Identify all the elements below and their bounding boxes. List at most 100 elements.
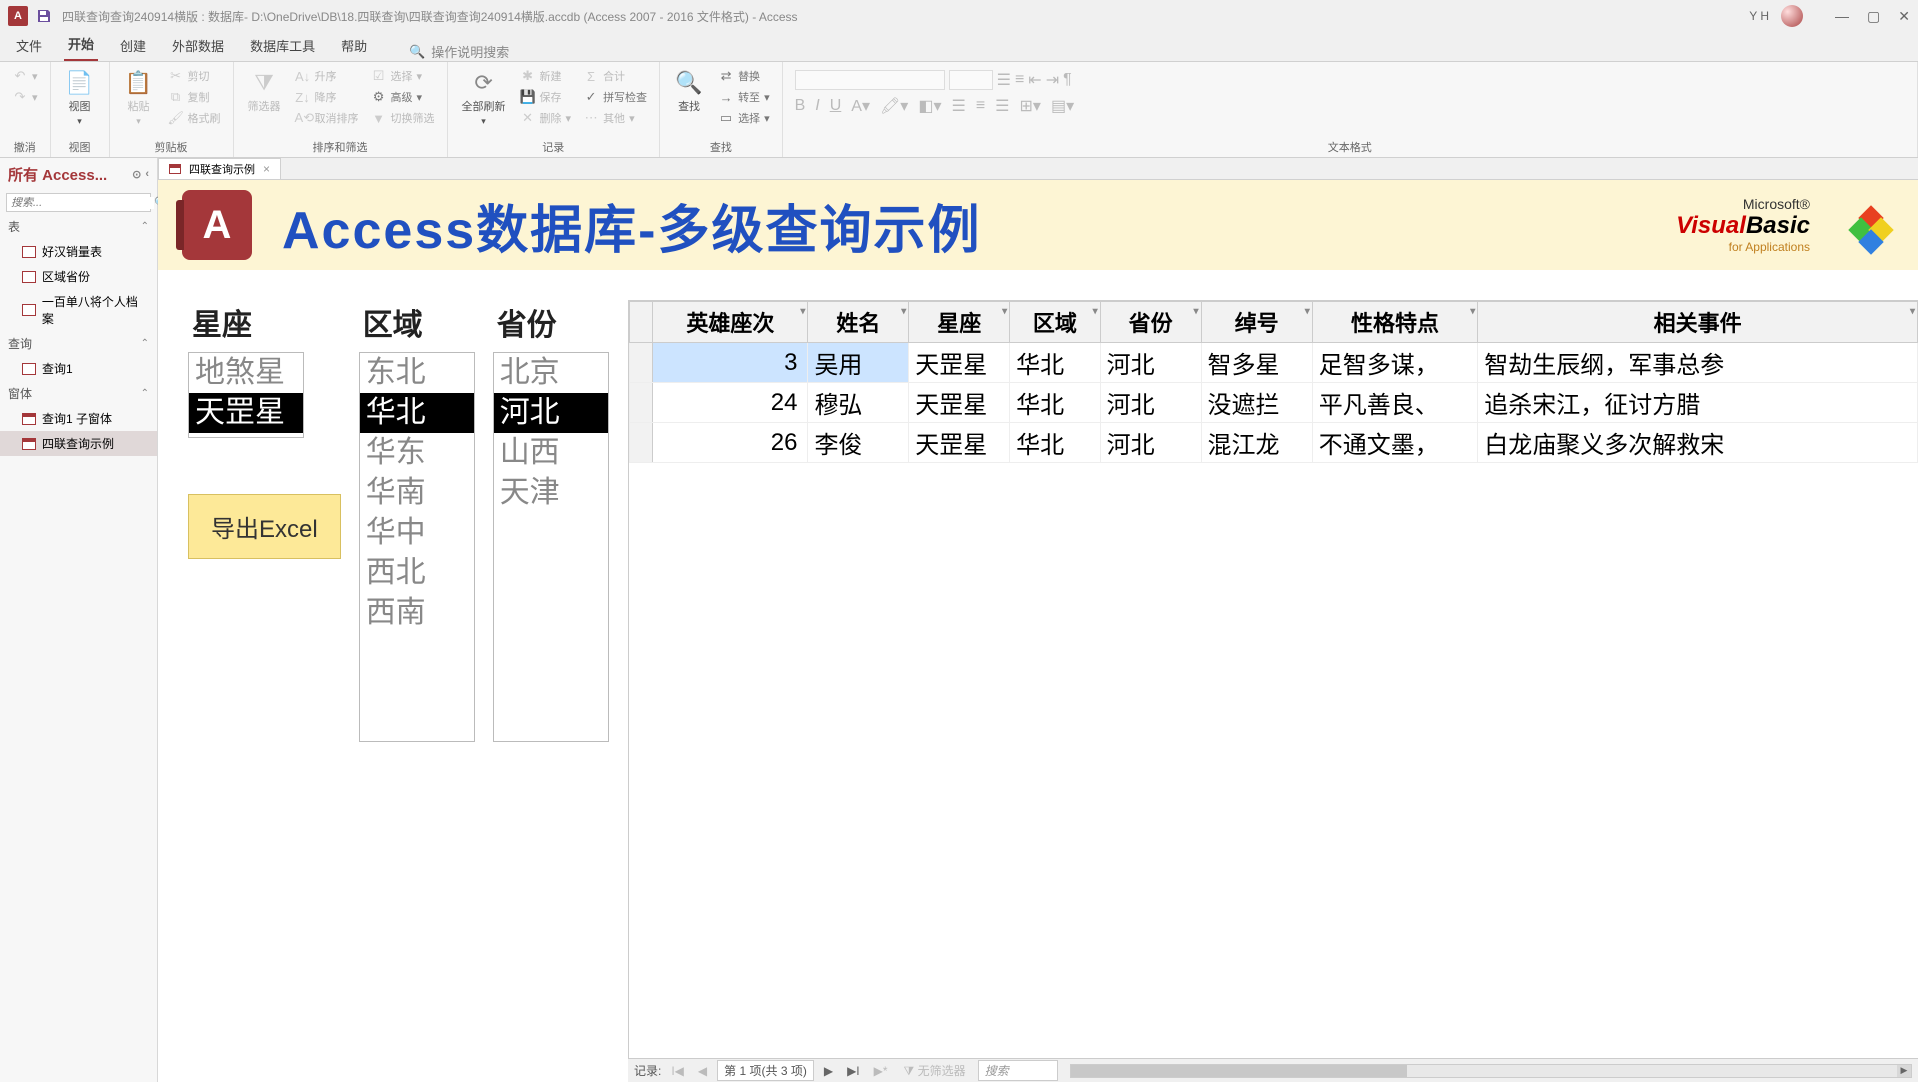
underline-button[interactable]: U	[830, 97, 842, 115]
nav-search[interactable]: 🔍	[6, 193, 151, 212]
sort-desc-button[interactable]: Z↓降序	[291, 87, 363, 107]
list-option[interactable]: 华北	[360, 393, 474, 433]
list-option[interactable]: 山西	[494, 433, 608, 473]
copy-button[interactable]: ⧉复制	[164, 87, 225, 107]
goto-button[interactable]: →转至▾	[714, 87, 774, 107]
prev-record-button[interactable]: ◀	[694, 1064, 711, 1078]
nav-item-form[interactable]: 四联查询示例	[0, 431, 157, 456]
alt-row-button[interactable]: ▤▾	[1051, 96, 1074, 116]
tab-database-tools[interactable]: 数据库工具	[246, 30, 319, 61]
filter-button[interactable]: ⧩ 筛选器	[242, 66, 287, 118]
tell-me-search[interactable]: 🔍 操作说明搜索	[409, 42, 509, 61]
row-selector[interactable]	[630, 423, 653, 463]
undo-button[interactable]: ↶▾	[8, 66, 42, 86]
clear-sort-button[interactable]: A⟲取消排序	[291, 108, 363, 128]
cell[interactable]: 吴用	[808, 343, 909, 383]
close-tab-button[interactable]: ×	[263, 162, 270, 176]
new-record-button[interactable]: ✱新建	[516, 66, 576, 86]
tab-file[interactable]: 文件	[12, 30, 46, 61]
nav-search-input[interactable]	[11, 197, 154, 209]
find-button[interactable]: 🔍 查找	[668, 66, 710, 118]
list-option[interactable]: 东北	[360, 353, 474, 393]
advanced-button[interactable]: ⚙高级▾	[367, 87, 439, 107]
numbering-icon[interactable]: ≡	[1015, 71, 1024, 89]
refresh-all-button[interactable]: ⟳ 全部刷新 ▾	[456, 66, 512, 131]
nav-section-queries[interactable]: 查询⌃	[0, 331, 157, 356]
cell[interactable]: 华北	[1010, 423, 1101, 463]
table-row[interactable]: 3吴用天罡星华北河北智多星足智多谋，智劫生辰纲，军事总参	[630, 343, 1918, 383]
redo-button[interactable]: ↷▾	[8, 87, 42, 107]
cell[interactable]: 智多星	[1201, 343, 1312, 383]
cell[interactable]: 河北	[1100, 343, 1201, 383]
dropdown-icon[interactable]: ▾	[800, 306, 805, 317]
list-option[interactable]: 北京	[494, 353, 608, 393]
toggle-filter-button[interactable]: ▼切换筛选	[367, 108, 439, 128]
nav-item-query[interactable]: 查询1	[0, 356, 157, 381]
avatar[interactable]	[1781, 5, 1803, 27]
cell[interactable]: 没遮拦	[1201, 383, 1312, 423]
tab-external-data[interactable]: 外部数据	[168, 30, 228, 61]
highlight-button[interactable]: 🖍▾	[880, 96, 908, 116]
cell[interactable]: 平凡善良、	[1312, 383, 1478, 423]
first-record-button[interactable]: I◀	[667, 1064, 688, 1078]
list-option[interactable]: 华南	[360, 473, 474, 513]
scroll-right-button[interactable]: ▶	[1897, 1065, 1911, 1077]
fill-color-button[interactable]: ◧▾	[918, 96, 941, 116]
cell[interactable]: 不通文墨，	[1312, 423, 1478, 463]
listbox-star[interactable]: 地煞星 天罡星	[188, 352, 304, 438]
bullets-icon[interactable]: ☰	[997, 70, 1011, 90]
font-size-combo[interactable]	[949, 70, 993, 90]
italic-button[interactable]: I	[815, 97, 819, 115]
list-option[interactable]: 华东	[360, 433, 474, 473]
delete-record-button[interactable]: ✕删除▾	[516, 108, 576, 128]
row-selector[interactable]	[630, 343, 653, 383]
col-header[interactable]: 性格特点▾	[1312, 302, 1478, 343]
close-button[interactable]: ✕	[1898, 8, 1910, 25]
record-position[interactable]: 第 1 项(共 3 项)	[717, 1060, 814, 1081]
listbox-region[interactable]: 东北 华北 华东 华南 华中 西北 西南	[359, 352, 475, 742]
col-header[interactable]: 省份▾	[1100, 302, 1201, 343]
maximize-button[interactable]: ▢	[1867, 8, 1880, 25]
list-option[interactable]: 华中	[360, 513, 474, 553]
gridlines-button[interactable]: ⊞▾	[1020, 96, 1041, 116]
cell[interactable]: 天罡星	[909, 383, 1010, 423]
col-header[interactable]: 相关事件▾	[1478, 302, 1918, 343]
new-record-nav-button[interactable]: ▶*	[870, 1064, 892, 1078]
cell[interactable]: 智劫生辰纲，军事总参	[1478, 343, 1918, 383]
paste-button[interactable]: 📋 粘贴 ▾	[118, 66, 160, 131]
cut-button[interactable]: ✂剪切	[164, 66, 225, 86]
dropdown-icon[interactable]: ▾	[1910, 306, 1915, 317]
export-excel-button[interactable]: 导出Excel	[188, 494, 341, 559]
cell[interactable]: 华北	[1010, 343, 1101, 383]
view-button[interactable]: 📄 视图 ▾	[59, 66, 101, 131]
bold-button[interactable]: B	[795, 97, 806, 115]
list-option[interactable]: 地煞星	[189, 353, 303, 393]
align-left-button[interactable]: ☰	[951, 96, 965, 116]
next-record-button[interactable]: ▶	[820, 1064, 837, 1078]
cell[interactable]: 李俊	[808, 423, 909, 463]
save-icon[interactable]	[36, 8, 52, 24]
align-right-button[interactable]: ☰	[995, 96, 1009, 116]
cell[interactable]: 河北	[1100, 423, 1201, 463]
col-header[interactable]: 绰号▾	[1201, 302, 1312, 343]
nav-item-form[interactable]: 查询1 子窗体	[0, 406, 157, 431]
text-dir-icon[interactable]: ¶	[1063, 71, 1072, 89]
align-center-button[interactable]: ≡	[976, 97, 985, 115]
dropdown-icon[interactable]: ▾	[901, 306, 906, 317]
row-selector[interactable]	[630, 383, 653, 423]
datasheet-search-input[interactable]: 搜索	[978, 1060, 1058, 1081]
horizontal-scrollbar[interactable]: ◀ ▶	[1070, 1064, 1912, 1078]
nav-section-forms[interactable]: 窗体⌃	[0, 381, 157, 406]
cell[interactable]: 足智多谋，	[1312, 343, 1478, 383]
minimize-button[interactable]: —	[1835, 8, 1849, 25]
table-row[interactable]: 26李俊天罡星华北河北混江龙不通文墨，白龙庙聚义多次解救宋	[630, 423, 1918, 463]
cell[interactable]: 天罡星	[909, 423, 1010, 463]
indent-inc-icon[interactable]: ⇥	[1046, 70, 1059, 90]
font-name-combo[interactable]	[795, 70, 945, 90]
col-header[interactable]: 姓名▾	[808, 302, 909, 343]
dropdown-icon[interactable]: ▾	[1470, 306, 1475, 317]
nav-item-table[interactable]: 好汉销量表	[0, 239, 157, 264]
cell[interactable]: 天罡星	[909, 343, 1010, 383]
nav-item-table[interactable]: 区域省份	[0, 264, 157, 289]
nav-dropdown-icon[interactable]: ⊙	[132, 168, 141, 181]
